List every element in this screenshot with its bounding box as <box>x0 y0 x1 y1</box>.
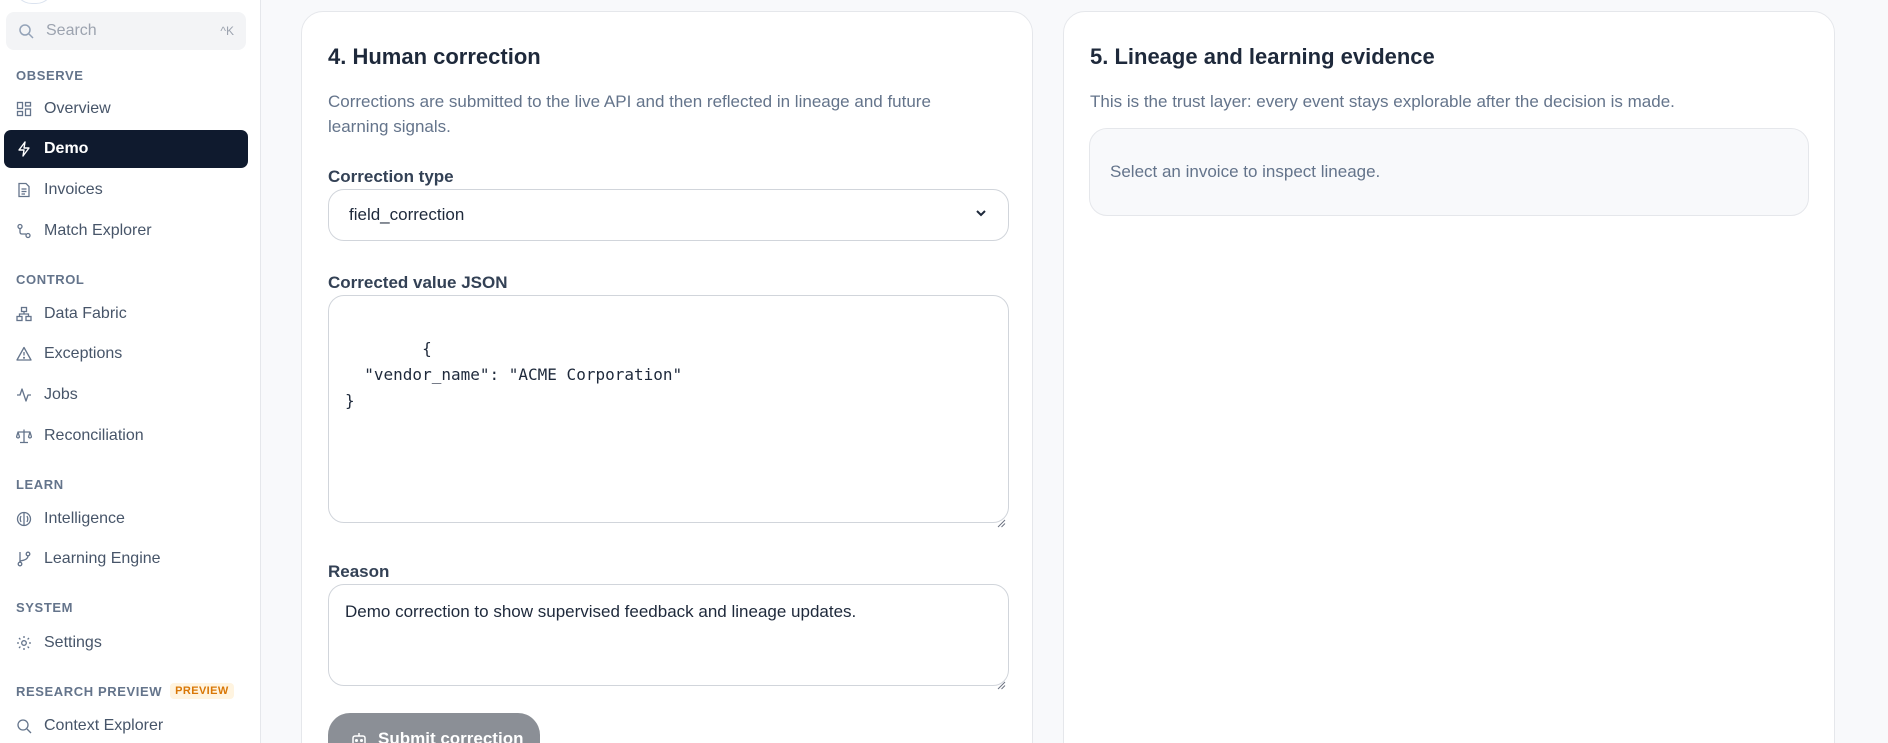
section-control: CONTROL <box>16 272 85 287</box>
sidebar-item-intelligence[interactable]: Intelligence <box>4 500 248 538</box>
submit-correction-button[interactable]: Submit correction <box>328 713 540 743</box>
section-learn: LEARN <box>16 477 64 492</box>
corrected-value-label: Corrected value JSON <box>328 273 508 292</box>
sidebar-item-label: Intelligence <box>44 510 125 527</box>
zap-icon <box>16 141 32 157</box>
sidebar-item-invoices[interactable]: Invoices <box>4 171 248 209</box>
correction-type-value: field_correction <box>349 205 465 224</box>
reason-textarea[interactable]: Demo correction to show supervised feedb… <box>328 584 1009 690</box>
sidebar-item-overview[interactable]: Overview <box>4 90 248 128</box>
search-shortcut: ^K <box>220 24 234 38</box>
sidebar-item-reconciliation[interactable]: Reconciliation <box>4 417 248 455</box>
sidebar: Search ^K OBSERVE Overview Demo Invoices… <box>0 0 261 743</box>
sidebar-item-settings[interactable]: Settings <box>4 624 248 662</box>
sidebar-item-label: Jobs <box>44 386 78 403</box>
section-system: SYSTEM <box>16 600 74 615</box>
search-icon <box>18 23 34 39</box>
sidebar-item-label: Data Fabric <box>44 305 127 322</box>
search-icon <box>16 718 32 734</box>
logo-icon <box>14 0 54 4</box>
sidebar-item-label: Reconciliation <box>44 427 144 444</box>
robot-icon <box>350 730 368 743</box>
route-icon <box>16 223 32 239</box>
sidebar-item-match-explorer[interactable]: Match Explorer <box>4 212 248 250</box>
gear-icon <box>16 635 32 651</box>
sidebar-item-jobs[interactable]: Jobs <box>4 376 248 414</box>
branch-icon <box>16 551 32 567</box>
card-description-line2: learning signals. <box>328 117 451 136</box>
sidebar-item-data-fabric[interactable]: Data Fabric <box>4 295 248 333</box>
sidebar-item-demo[interactable]: Demo <box>4 130 248 168</box>
main-content: 4. Human correction Corrections are subm… <box>261 0 1888 743</box>
app-root: Search ^K OBSERVE Overview Demo Invoices… <box>0 0 1888 743</box>
sidebar-item-exceptions[interactable]: Exceptions <box>4 335 248 373</box>
section-research-preview: RESEARCH PREVIEW PREVIEW <box>16 683 234 699</box>
sidebar-item-learning-engine[interactable]: Learning Engine <box>4 540 248 578</box>
brain-icon <box>16 511 32 527</box>
correction-type-select[interactable]: field_correction <box>328 189 1009 241</box>
sidebar-item-label: Demo <box>44 140 89 157</box>
empty-state-text: Select an invoice to inspect lineage. <box>1110 162 1381 181</box>
scale-icon <box>16 428 32 444</box>
card-description-line1: Corrections are submitted to the live AP… <box>328 92 931 111</box>
chevron-down-icon <box>974 205 988 225</box>
activity-icon <box>16 387 32 403</box>
human-correction-card: 4. Human correction Corrections are subm… <box>301 11 1033 743</box>
resize-handle-icon[interactable] <box>996 510 1006 528</box>
warning-icon <box>16 346 32 362</box>
sidebar-item-label: Match Explorer <box>44 222 152 239</box>
file-icon <box>16 182 32 198</box>
lineage-empty-state: Select an invoice to inspect lineage. <box>1089 128 1809 216</box>
grid-icon <box>16 101 32 117</box>
card-title: 5. Lineage and learning evidence <box>1090 44 1435 69</box>
corrected-value-json-text: { "vendor_name": "ACME Corporation" } <box>345 339 683 410</box>
reason-text: Demo correction to show supervised feedb… <box>345 602 857 621</box>
card-description: Corrections are submitted to the live AP… <box>328 89 931 139</box>
correction-type-label: Correction type <box>328 167 454 186</box>
sidebar-item-label: Invoices <box>44 181 103 198</box>
submit-correction-label: Submit correction <box>378 729 524 743</box>
search-input[interactable]: Search ^K <box>6 12 246 50</box>
search-placeholder: Search <box>46 22 97 39</box>
section-research-preview-label: RESEARCH PREVIEW <box>16 683 163 699</box>
resize-handle-icon[interactable] <box>996 673 1006 690</box>
sidebar-item-label: Learning Engine <box>44 550 161 567</box>
sidebar-item-label: Context Explorer <box>44 717 164 734</box>
preview-badge: PREVIEW <box>170 683 234 699</box>
network-icon <box>16 306 32 322</box>
corrected-value-json-textarea[interactable]: { "vendor_name": "ACME Corporation" } <box>328 295 1009 528</box>
card-description: This is the trust layer: every event sta… <box>1090 92 1675 111</box>
section-observe: OBSERVE <box>16 68 84 83</box>
sidebar-item-label: Overview <box>44 100 111 117</box>
reason-label: Reason <box>328 562 390 581</box>
card-title: 4. Human correction <box>328 44 541 69</box>
sidebar-item-label: Exceptions <box>44 345 123 362</box>
sidebar-item-label: Settings <box>44 634 102 651</box>
sidebar-item-context-explorer[interactable]: Context Explorer <box>4 707 248 743</box>
lineage-evidence-card: 5. Lineage and learning evidence This is… <box>1063 11 1835 743</box>
